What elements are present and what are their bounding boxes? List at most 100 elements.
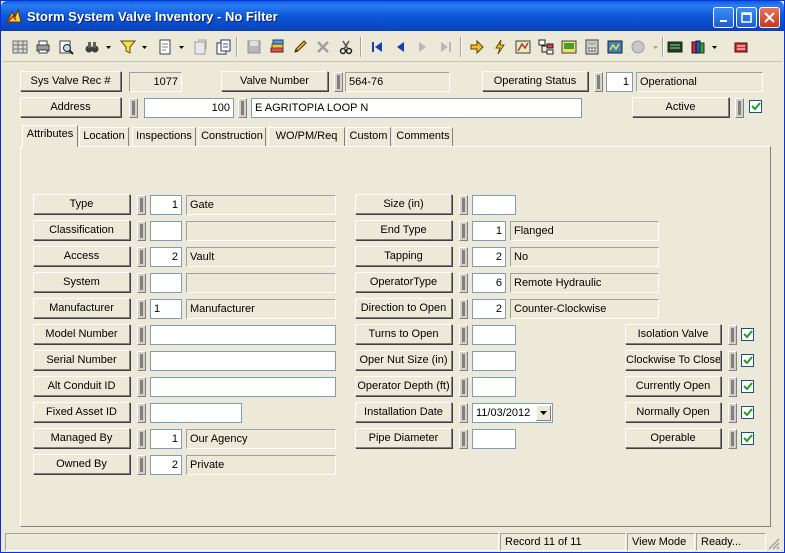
model-number-button[interactable]: Model Number (33, 324, 130, 344)
toolbar-button-report[interactable] (558, 36, 580, 58)
resize-grip-icon[interactable] (768, 538, 780, 553)
field-handle[interactable] (735, 98, 744, 118)
model-number-field[interactable] (150, 325, 336, 345)
globe-dropdown[interactable] (651, 36, 659, 58)
direction-to-open-code[interactable]: 2 (472, 299, 506, 319)
valve-number-button[interactable]: Valve Number (221, 71, 328, 91)
manufacturer-code[interactable]: 1 (150, 299, 182, 319)
operable-checkbox[interactable] (741, 432, 754, 445)
new-record-dropdown[interactable] (177, 36, 185, 58)
first-record-button[interactable] (366, 36, 388, 58)
currently-open-button[interactable]: Currently Open (625, 376, 721, 396)
system-code[interactable] (150, 273, 182, 293)
installation-date-button[interactable]: Installation Date (355, 402, 452, 422)
end-type-button[interactable]: End Type (355, 220, 452, 240)
field-handle[interactable] (137, 195, 146, 215)
field-handle[interactable] (129, 98, 138, 118)
next-record-button[interactable] (412, 36, 434, 58)
toolbar-button-cut[interactable] (335, 36, 357, 58)
date-dropdown-button[interactable] (536, 405, 551, 421)
clockwise-to-close-button[interactable]: Clockwise To Close (625, 350, 721, 370)
toolbar-button-print[interactable] (32, 36, 54, 58)
field-handle[interactable] (728, 377, 737, 397)
books-dropdown[interactable] (710, 36, 718, 58)
currently-open-checkbox[interactable] (741, 380, 754, 393)
field-handle[interactable] (137, 325, 146, 345)
last-record-button[interactable] (435, 36, 457, 58)
title-bar[interactable]: Storm System Valve Inventory - No Filter (1, 1, 784, 31)
field-handle[interactable] (137, 377, 146, 397)
tab-attributes[interactable]: Attributes (22, 125, 78, 147)
alt-conduit-id-button[interactable]: Alt Conduit ID (33, 376, 130, 396)
tab-inspections[interactable]: Inspections (132, 127, 196, 146)
toolbar-button-display[interactable] (664, 36, 686, 58)
address-button[interactable]: Address (20, 97, 121, 117)
sys-valve-rec-button[interactable]: Sys Valve Rec # (20, 71, 121, 91)
maximize-button[interactable] (736, 7, 757, 28)
alt-conduit-id-field[interactable] (150, 377, 336, 397)
direction-to-open-button[interactable]: Direction to Open (355, 298, 452, 318)
managed-by-button[interactable]: Managed By (33, 428, 130, 448)
address-street-field[interactable]: E AGRITOPIA LOOP N (251, 98, 582, 118)
toolbar-button-filter[interactable] (117, 36, 139, 58)
owned-by-code[interactable]: 2 (150, 455, 182, 475)
serial-number-field[interactable] (150, 351, 336, 371)
field-handle[interactable] (459, 273, 468, 293)
field-handle[interactable] (459, 195, 468, 215)
field-handle[interactable] (728, 429, 737, 449)
field-handle[interactable] (459, 299, 468, 319)
turns-to-open-button[interactable]: Turns to Open (355, 324, 452, 344)
managed-by-code[interactable]: 1 (150, 429, 182, 449)
field-handle[interactable] (459, 351, 468, 371)
field-handle[interactable] (137, 455, 146, 475)
toolbar-button-grid[interactable] (9, 36, 31, 58)
field-handle[interactable] (728, 403, 737, 423)
serial-number-button[interactable]: Serial Number (33, 350, 130, 370)
pipe-diameter-button[interactable]: Pipe Diameter (355, 428, 452, 448)
field-handle[interactable] (459, 247, 468, 267)
toolbar-button-preview[interactable] (55, 36, 77, 58)
operator-depth-button[interactable]: Operator Depth (ft) (355, 376, 452, 396)
turns-to-open-field[interactable] (472, 325, 516, 345)
toolbar-button-calculator[interactable] (581, 36, 603, 58)
operator-type-button[interactable]: OperatorType (355, 272, 452, 292)
type-code[interactable]: 1 (150, 195, 182, 215)
fixed-asset-id-button[interactable]: Fixed Asset ID (33, 402, 130, 422)
operator-type-code[interactable]: 6 (472, 273, 506, 293)
toolbar-button-copy[interactable] (212, 36, 234, 58)
field-handle[interactable] (334, 72, 343, 92)
toolbar-button-hierarchy[interactable] (535, 36, 557, 58)
isolation-valve-button[interactable]: Isolation Valve (625, 324, 721, 344)
toolbar-button-books[interactable] (687, 36, 709, 58)
size-field[interactable] (472, 195, 516, 215)
toolbar-button-lightning[interactable] (489, 36, 511, 58)
filter-dropdown[interactable] (140, 36, 148, 58)
operator-depth-field[interactable] (472, 377, 516, 397)
minimize-button[interactable] (713, 7, 734, 28)
field-handle[interactable] (459, 377, 468, 397)
end-type-code[interactable]: 1 (472, 221, 506, 241)
tab-construction[interactable]: Construction (198, 127, 266, 146)
toolbar-button-map[interactable] (512, 36, 534, 58)
search-dropdown[interactable] (104, 36, 112, 58)
tab-comments[interactable]: Comments (393, 127, 453, 146)
type-button[interactable]: Type (33, 194, 130, 214)
clockwise-to-close-checkbox[interactable] (741, 354, 754, 367)
operating-status-button[interactable]: Operating Status (482, 71, 588, 91)
pipe-diameter-field[interactable] (472, 429, 516, 449)
toolbar-button-new-record[interactable] (154, 36, 176, 58)
system-button[interactable]: System (33, 272, 130, 292)
field-handle[interactable] (137, 247, 146, 267)
address-number-field[interactable]: 100 (144, 98, 234, 118)
toolbar-button-delete-disabled[interactable] (312, 36, 334, 58)
toolbar-button-exit[interactable] (730, 36, 752, 58)
toolbar-button-globe-disabled[interactable] (627, 36, 649, 58)
tab-wo-pm-req[interactable]: WO/PM/Req (268, 127, 345, 146)
tapping-code[interactable]: 2 (472, 247, 506, 267)
field-handle[interactable] (137, 403, 146, 423)
field-handle[interactable] (137, 429, 146, 449)
previous-record-button[interactable] (389, 36, 411, 58)
classification-code[interactable] (150, 221, 182, 241)
field-handle[interactable] (137, 299, 146, 319)
toolbar-button-stack[interactable] (266, 36, 288, 58)
